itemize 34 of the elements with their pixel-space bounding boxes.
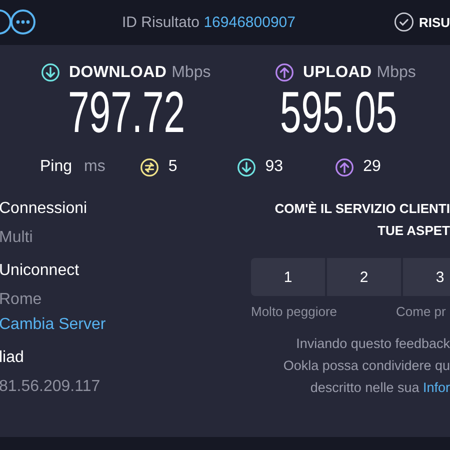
unit-label: ms (84, 158, 106, 176)
speed-value: 797.72 (68, 82, 186, 144)
change-server-link[interactable]: Cambia Server (0, 312, 232, 337)
disclaimer-text: Inviando questo feedback (296, 335, 450, 353)
speed-label: UPLOAD (303, 64, 372, 82)
info-value: Rome (0, 290, 43, 310)
info-title: liad (0, 348, 25, 368)
info-title: Connessioni (0, 199, 88, 219)
scale-label: Molto peggiore (251, 304, 338, 319)
results-link[interactable]: RISU (419, 14, 450, 30)
disclaimer-text: descritto nelle sua Infor (310, 379, 450, 397)
unit-label: Mbps (172, 64, 211, 82)
result-id: ID Risultato 16946800907 (122, 14, 296, 31)
survey-question: TUE ASPET (378, 222, 450, 240)
latency-value: 93 (265, 158, 284, 176)
latency-value: 29 (363, 158, 381, 176)
speed-value: 595.05 (280, 82, 398, 144)
rating-button[interactable]: 3 (403, 258, 450, 296)
info-value: 81.56.209.117 (0, 377, 102, 397)
more-icon[interactable] (10, 9, 36, 35)
rating-button[interactable]: 1 (251, 258, 325, 296)
info-title: Uniconnect (0, 261, 80, 281)
ping-label: Ping (40, 158, 72, 176)
privacy-link[interactable]: Infor (422, 380, 450, 395)
rating-button[interactable]: 2 (327, 258, 401, 296)
check-circle-icon[interactable] (394, 12, 414, 32)
unit-label: Mbps (376, 64, 416, 82)
survey-question: COM'È IL SERVIZIO CLIENTI (274, 200, 450, 218)
ping-icon (140, 158, 160, 176)
scale-label: Come pr (396, 304, 446, 319)
speed-label: DOWNLOAD (69, 64, 167, 82)
info-value: Multi (0, 228, 34, 248)
disclaimer-text: Ookla possa condividere qu (283, 357, 450, 375)
latency-value: 5 (168, 158, 178, 176)
